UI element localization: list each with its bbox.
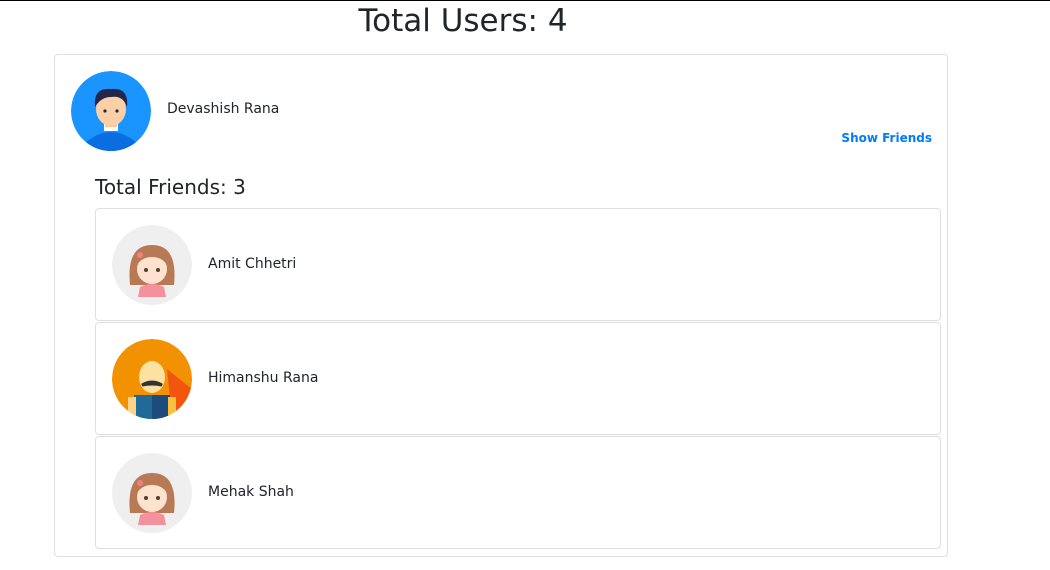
friend-name: Amit Chhetri	[208, 256, 297, 272]
friend-name: Mehak Shah	[208, 484, 294, 500]
friend-card: Amit Chhetri	[95, 208, 941, 321]
friends-count-heading: Total Friends: 3	[95, 175, 246, 199]
girl-avatar-icon	[112, 453, 192, 533]
friend-name: Himanshu Rana	[208, 370, 319, 386]
user-card: Devashish Rana Show Friends Total Friend…	[54, 54, 948, 557]
user-name: Devashish Rana	[167, 101, 280, 117]
boy-avatar-icon	[71, 71, 151, 151]
show-friends-link[interactable]: Show Friends	[841, 131, 932, 145]
girl-avatar-icon	[112, 225, 192, 305]
friend-card: Himanshu Rana	[95, 322, 941, 435]
friend-card: Mehak Shah	[95, 436, 941, 549]
mustache-man-avatar-icon	[112, 339, 192, 419]
page-title: Total Users: 4	[358, 3, 568, 39]
